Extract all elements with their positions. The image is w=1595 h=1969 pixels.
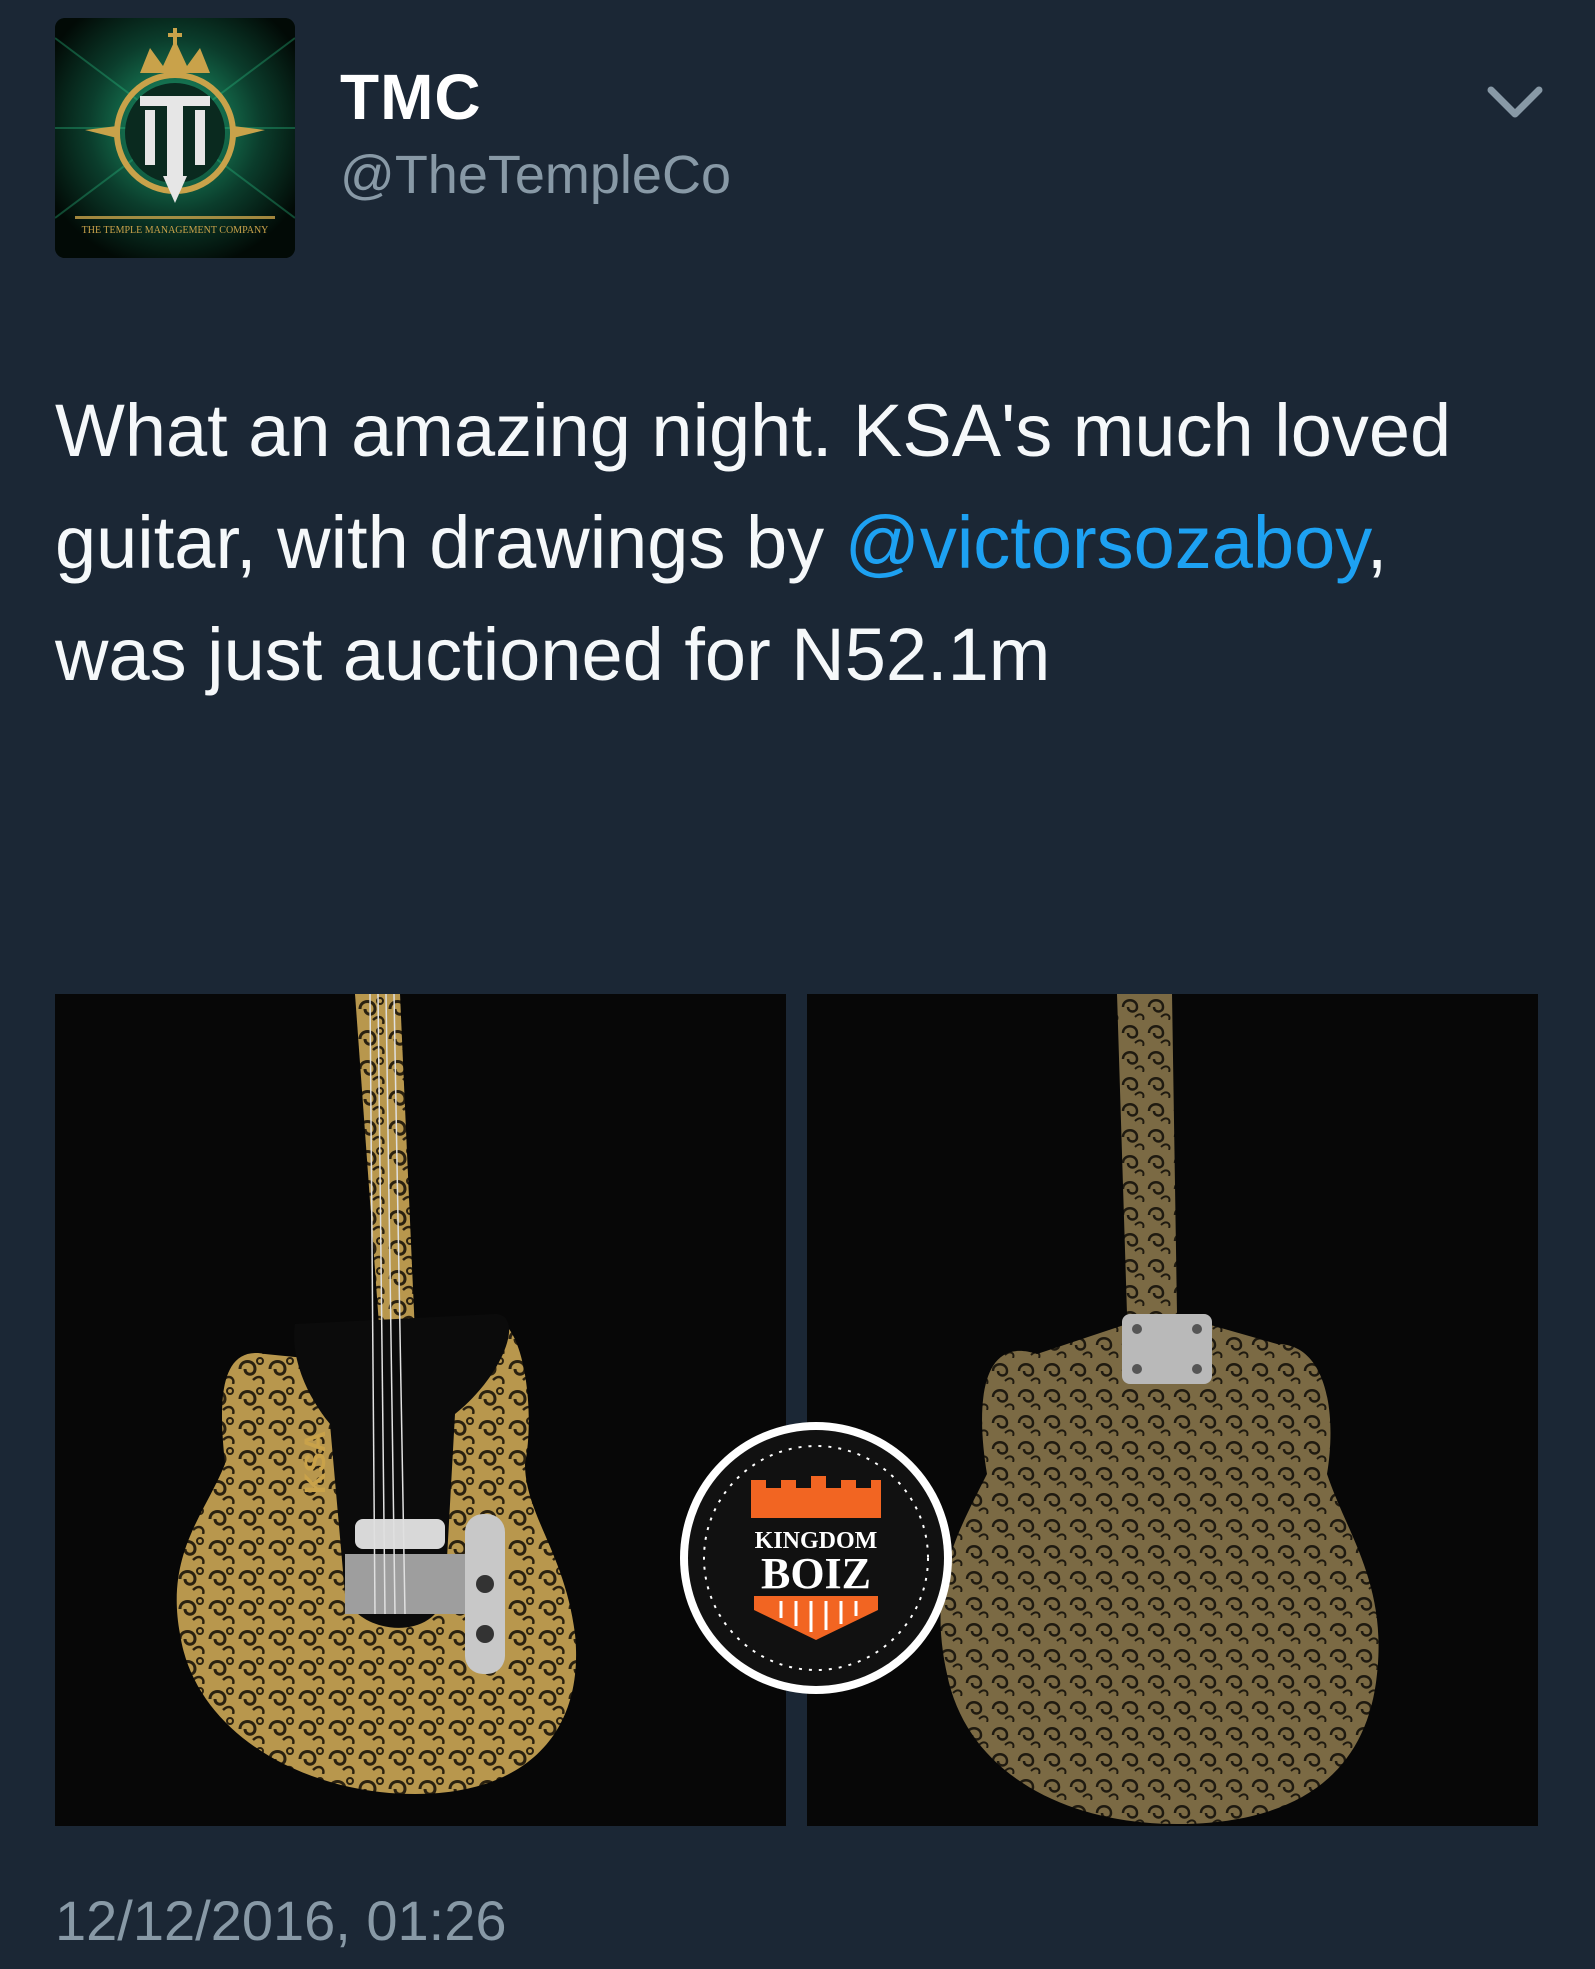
tweet-timestamp[interactable]: 12/12/2016, 01:26: [55, 1888, 507, 1953]
svg-text:THE TEMPLE MANAGEMENT COMPANY: THE TEMPLE MANAGEMENT COMPANY: [82, 225, 269, 236]
chevron-down-icon[interactable]: [1485, 80, 1545, 124]
tweet-photo-back[interactable]: [807, 994, 1538, 1826]
user-handle[interactable]: @TheTempleCo: [340, 144, 731, 206]
svg-text:KSA: KSA: [299, 1431, 332, 1494]
tweet-photo-front[interactable]: KSA: [55, 994, 786, 1826]
mention-link[interactable]: @victorsozaboy: [845, 501, 1367, 584]
kingdom-boiz-watermark: KINGDOM BOIZ: [676, 1418, 956, 1698]
display-name[interactable]: TMC: [340, 60, 482, 134]
guitar-front-image: KSA: [55, 994, 786, 1826]
temple-logo-icon: THE TEMPLE MANAGEMENT COMPANY: [55, 18, 295, 258]
svg-text:BOIZ: BOIZ: [761, 1549, 871, 1598]
avatar[interactable]: THE TEMPLE MANAGEMENT COMPANY: [55, 18, 295, 258]
tweet-text: What an amazing night. KSA's much loved …: [55, 375, 1535, 711]
guitar-back-image: [807, 994, 1538, 1826]
